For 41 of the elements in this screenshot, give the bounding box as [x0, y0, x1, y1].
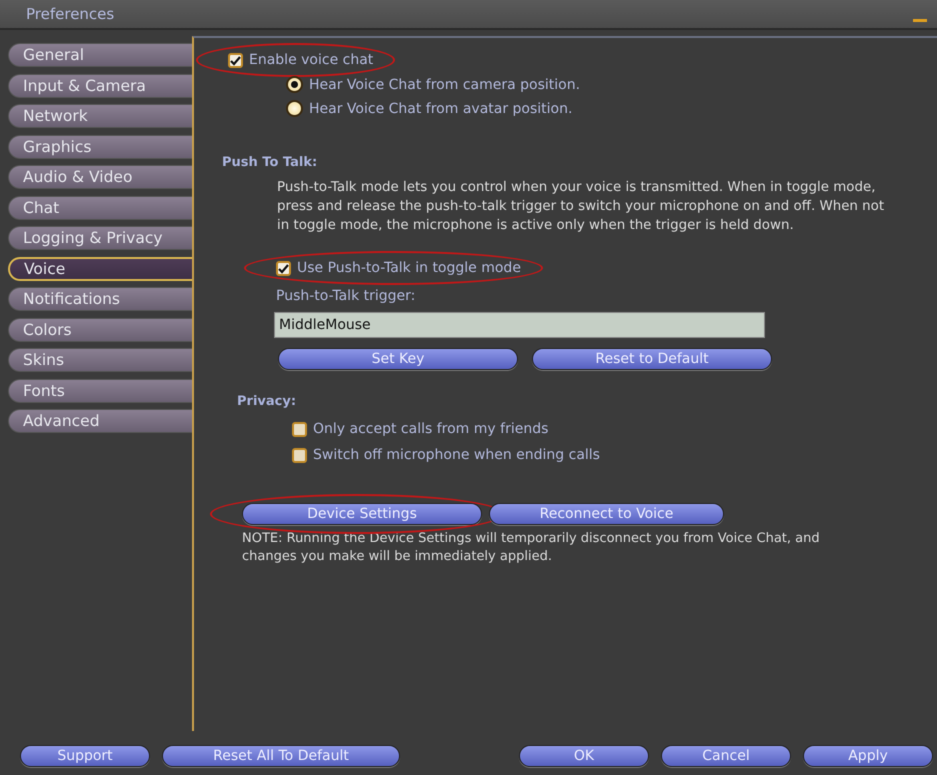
action-button[interactable]: Reset to Default — [532, 348, 772, 370]
checkbox[interactable] — [292, 422, 307, 436]
checkbox-label: Enable voice chat — [249, 52, 374, 68]
checkbox-label: Use Push-to-Talk in toggle mode — [297, 260, 521, 276]
radio-label: Hear Voice Chat from avatar position. — [309, 100, 572, 116]
footer-button[interactable]: OK — [519, 745, 649, 767]
footer-button[interactable]: Support — [20, 745, 150, 767]
sidebar-tab[interactable]: General — [8, 43, 192, 67]
window-title: Preferences — [26, 5, 114, 23]
radio-dot-icon — [291, 81, 298, 88]
sidebar-tab[interactable]: Chat — [8, 196, 192, 220]
sidebar-tab[interactable]: Notifications — [8, 287, 192, 311]
checkbox[interactable] — [276, 260, 291, 276]
checkbox[interactable] — [292, 448, 307, 462]
sidebar-tab[interactable]: Skins — [8, 348, 192, 372]
section-heading: Privacy: — [237, 394, 298, 409]
sidebar-tab[interactable]: Logging & Privacy — [8, 226, 192, 250]
sidebar-tab[interactable]: Voice — [8, 256, 192, 280]
checkbox[interactable] — [228, 52, 243, 68]
footer-button[interactable]: Apply — [803, 745, 933, 767]
radio-button[interactable] — [286, 76, 303, 93]
trigger-field[interactable]: MiddleMouse — [274, 312, 765, 338]
sidebar-tab[interactable]: Audio & Video — [8, 165, 192, 189]
description-text: Push-to-Talk mode lets you control when your voice is transmitted. When in toggle mode, press and release the push-to-talk trigger to switch your microphone on and off. When not in toggle mode, the microphone is active only when the trigger is held down. — [277, 179, 886, 235]
action-button[interactable]: Set Key — [278, 348, 518, 370]
sidebar-tab[interactable]: Colors — [8, 318, 192, 342]
sidebar-tab[interactable]: Fonts — [8, 378, 192, 402]
radio-label: Hear Voice Chat from camera position. — [309, 76, 580, 92]
footer-button[interactable]: Cancel — [661, 745, 791, 767]
sidebar-tab[interactable]: Advanced — [8, 409, 192, 433]
action-button[interactable]: Reconnect to Voice — [489, 503, 724, 525]
footer-button[interactable]: Reset All To Default — [162, 745, 400, 767]
field-label: Push-to-Talk trigger: — [276, 288, 416, 304]
sidebar-tab[interactable]: Input & Camera — [8, 74, 192, 98]
sidebar-tab[interactable]: Network — [8, 104, 192, 128]
action-button[interactable]: Device Settings — [242, 503, 482, 525]
radio-button[interactable] — [286, 100, 303, 117]
checkbox-label: Only accept calls from my friends — [313, 421, 548, 437]
sidebar-tab[interactable]: Graphics — [8, 134, 192, 158]
section-heading: Push To Talk: — [222, 155, 318, 170]
checkbox-label: Switch off microphone when ending calls — [313, 447, 600, 463]
